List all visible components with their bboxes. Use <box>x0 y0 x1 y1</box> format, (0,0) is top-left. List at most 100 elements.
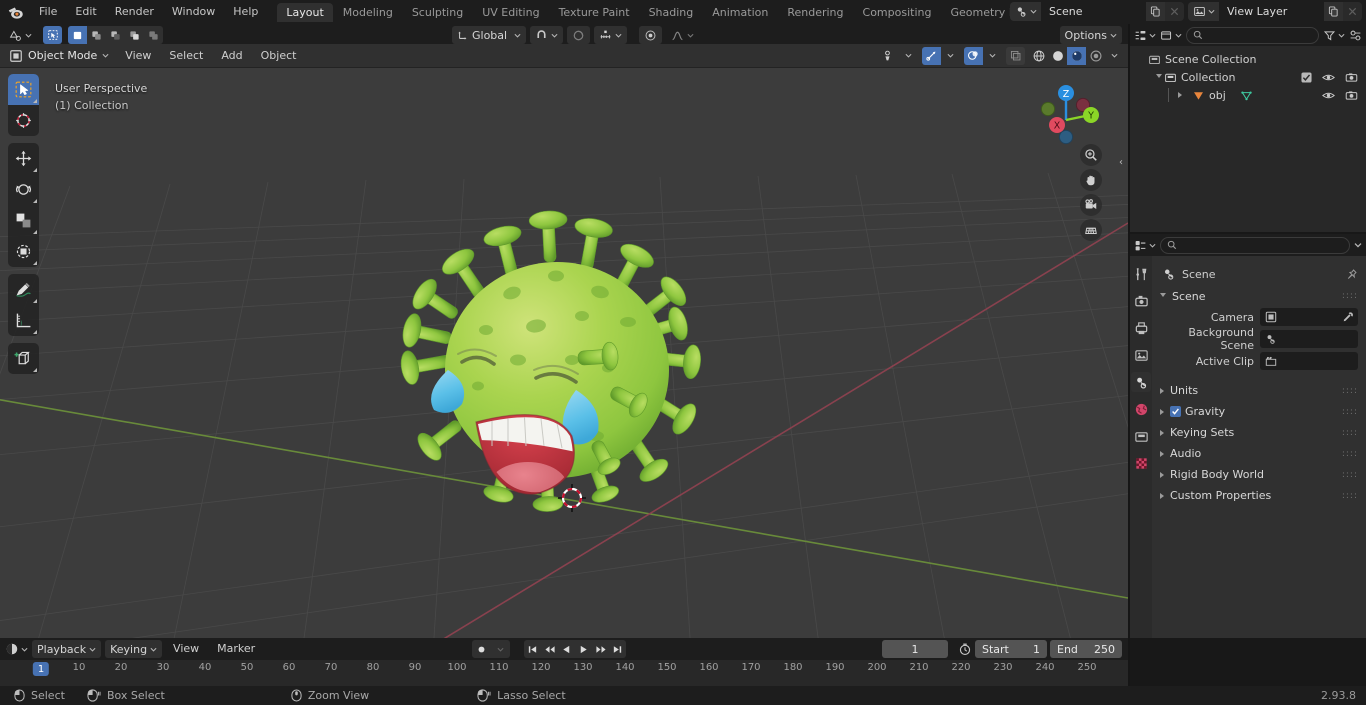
next-keyframe-icon[interactable] <box>592 640 609 658</box>
blender-logo-icon[interactable] <box>0 0 30 24</box>
outliner-filter-button[interactable] <box>1323 29 1345 42</box>
eyedropper-icon[interactable] <box>1342 311 1354 323</box>
menu-help[interactable]: Help <box>224 3 267 21</box>
tool-select-mode-group[interactable] <box>43 26 62 44</box>
drag-dots-icon[interactable]: :::: <box>1342 470 1358 479</box>
camera-render-icon[interactable] <box>1345 90 1358 101</box>
rotate-tool[interactable] <box>8 174 39 205</box>
outliner-display-mode[interactable] <box>1160 29 1182 42</box>
gizmo-chevron-icon[interactable] <box>941 47 960 65</box>
solid-shading-icon[interactable] <box>1048 47 1067 65</box>
tweak-select-icon[interactable] <box>43 26 62 44</box>
menu-edit[interactable]: Edit <box>66 3 105 21</box>
previous-keyframe-icon[interactable] <box>541 640 558 658</box>
select-subtract-icon[interactable] <box>106 26 125 44</box>
material-preview-shading-icon[interactable] <box>1067 46 1086 65</box>
background-scene-field[interactable] <box>1260 330 1358 348</box>
custom-properties-panel-header[interactable]: Custom Properties :::: <box>1152 485 1366 506</box>
outliner-editor-type-icon[interactable] <box>1134 29 1156 42</box>
new-viewlayer-icon[interactable] <box>1324 2 1343 21</box>
outliner-row-scene-collection[interactable]: Scene Collection <box>1130 50 1366 68</box>
snapping-increment-icon[interactable] <box>594 26 627 44</box>
viewport-menu-add[interactable]: Add <box>214 47 249 65</box>
gizmo-toggle-group[interactable] <box>922 46 960 65</box>
camera-render-icon[interactable] <box>1345 72 1358 83</box>
wireframe-shading-icon[interactable] <box>1029 47 1048 65</box>
camera-field[interactable] <box>1260 308 1358 326</box>
use-preview-range-icon[interactable] <box>958 642 972 656</box>
interaction-mode-dropdown[interactable]: Object Mode <box>6 46 115 65</box>
end-frame-field[interactable]: End 250 <box>1050 640 1122 658</box>
record-icon[interactable] <box>472 640 491 658</box>
audio-expander-icon[interactable] <box>1160 450 1164 457</box>
timeline-ruler[interactable]: 1 10 20 30 40 50 60 70 80 90 100 110 120… <box>0 660 1128 678</box>
units-expander-icon[interactable] <box>1160 387 1164 394</box>
drag-dots-icon[interactable]: :::: <box>1342 386 1358 395</box>
scale-tool[interactable] <box>8 205 39 236</box>
select-extend-icon[interactable] <box>87 26 106 44</box>
properties-options-chevron-icon[interactable] <box>1354 241 1362 249</box>
jump-to-end-icon[interactable] <box>609 640 626 658</box>
unlink-scene-icon[interactable] <box>1165 2 1184 21</box>
outliner-row-collection[interactable]: Collection <box>1130 68 1366 86</box>
new-scene-icon[interactable] <box>1146 2 1165 21</box>
viewlayer-tab[interactable] <box>1131 345 1151 365</box>
drag-dots-icon[interactable]: :::: <box>1342 491 1358 500</box>
menu-window[interactable]: Window <box>163 3 224 21</box>
mesh-data-icon[interactable] <box>1240 89 1253 102</box>
select-set-icon[interactable] <box>68 26 87 44</box>
collection-expander-icon[interactable] <box>1156 73 1162 81</box>
xray-icon[interactable] <box>1006 47 1025 65</box>
eye-icon[interactable] <box>1322 72 1335 83</box>
menu-file[interactable]: File <box>30 3 66 21</box>
collection-tab[interactable] <box>1131 426 1151 446</box>
xray-toggle[interactable] <box>1006 46 1025 65</box>
scene-panel-expander-icon[interactable] <box>1160 292 1166 300</box>
workspace-tab-uv-editing[interactable]: UV Editing <box>473 3 548 22</box>
editor-type-icon[interactable] <box>4 26 37 44</box>
navigation-gizmo[interactable]: Z Y X <box>1028 78 1104 154</box>
timeline-editor-type-icon[interactable] <box>5 642 28 656</box>
texture-tab[interactable] <box>1131 453 1151 473</box>
pin-icon[interactable] <box>1345 268 1358 281</box>
world-tab[interactable] <box>1131 399 1151 419</box>
sidebar-expand-arrow[interactable]: ‹ <box>1116 146 1126 178</box>
cursor-tool[interactable] <box>8 105 39 136</box>
3d-viewport[interactable]: User Perspective (1) Collection Z Y X ‹ <box>0 68 1128 638</box>
checkbox-icon[interactable] <box>1301 71 1312 83</box>
eye-icon[interactable] <box>1322 90 1335 101</box>
workspace-tab-layout[interactable]: Layout <box>277 2 333 22</box>
viewport-options-dropdown[interactable]: Options <box>1059 26 1122 44</box>
custom-properties-expander-icon[interactable] <box>1160 492 1164 499</box>
workspace-tab-texture-paint[interactable]: Texture Paint <box>550 3 639 22</box>
timeline-menu-view[interactable]: View <box>166 640 206 658</box>
rendered-shading-icon[interactable] <box>1086 47 1105 65</box>
rigid-body-world-panel-header[interactable]: Rigid Body World :::: <box>1152 464 1366 485</box>
transform-tool[interactable] <box>8 236 39 267</box>
scene-icon[interactable] <box>1010 2 1041 21</box>
falloff-curve-dropdown[interactable] <box>666 26 699 44</box>
object-types-chevron-icon[interactable] <box>899 47 918 65</box>
workspace-tab-rendering[interactable]: Rendering <box>778 3 852 22</box>
viewport-menu-select[interactable]: Select <box>162 47 210 65</box>
viewlayer-icon[interactable] <box>1188 2 1219 21</box>
select-invert-icon[interactable] <box>125 26 144 44</box>
scene-panel-header[interactable]: Scene :::: <box>1152 286 1366 306</box>
viewlayer-name-value[interactable]: View Layer <box>1219 2 1324 21</box>
start-frame-field[interactable]: Start 1 <box>975 640 1047 658</box>
select-mode-group[interactable] <box>68 26 163 44</box>
timeline-playhead[interactable]: 1 <box>32 662 50 676</box>
proportional-editing-toggle[interactable] <box>639 26 662 44</box>
outliner-filter-toggle-icon[interactable] <box>1349 29 1362 42</box>
drag-dots-icon[interactable]: :::: <box>1342 292 1358 301</box>
shading-mode-group[interactable] <box>1029 46 1124 65</box>
scene-name-value[interactable]: Scene <box>1041 2 1146 21</box>
rigid-body-world-expander-icon[interactable] <box>1160 471 1164 478</box>
gravity-expander-icon[interactable] <box>1160 408 1164 415</box>
select-intersect-icon[interactable] <box>144 26 163 44</box>
viewport-menu-object[interactable]: Object <box>254 47 304 65</box>
keying-sets-panel-header[interactable]: Keying Sets :::: <box>1152 422 1366 443</box>
add-cube-tool[interactable] <box>8 343 39 374</box>
workspace-tab-modeling[interactable]: Modeling <box>334 3 402 22</box>
play-reverse-icon[interactable] <box>558 640 575 658</box>
